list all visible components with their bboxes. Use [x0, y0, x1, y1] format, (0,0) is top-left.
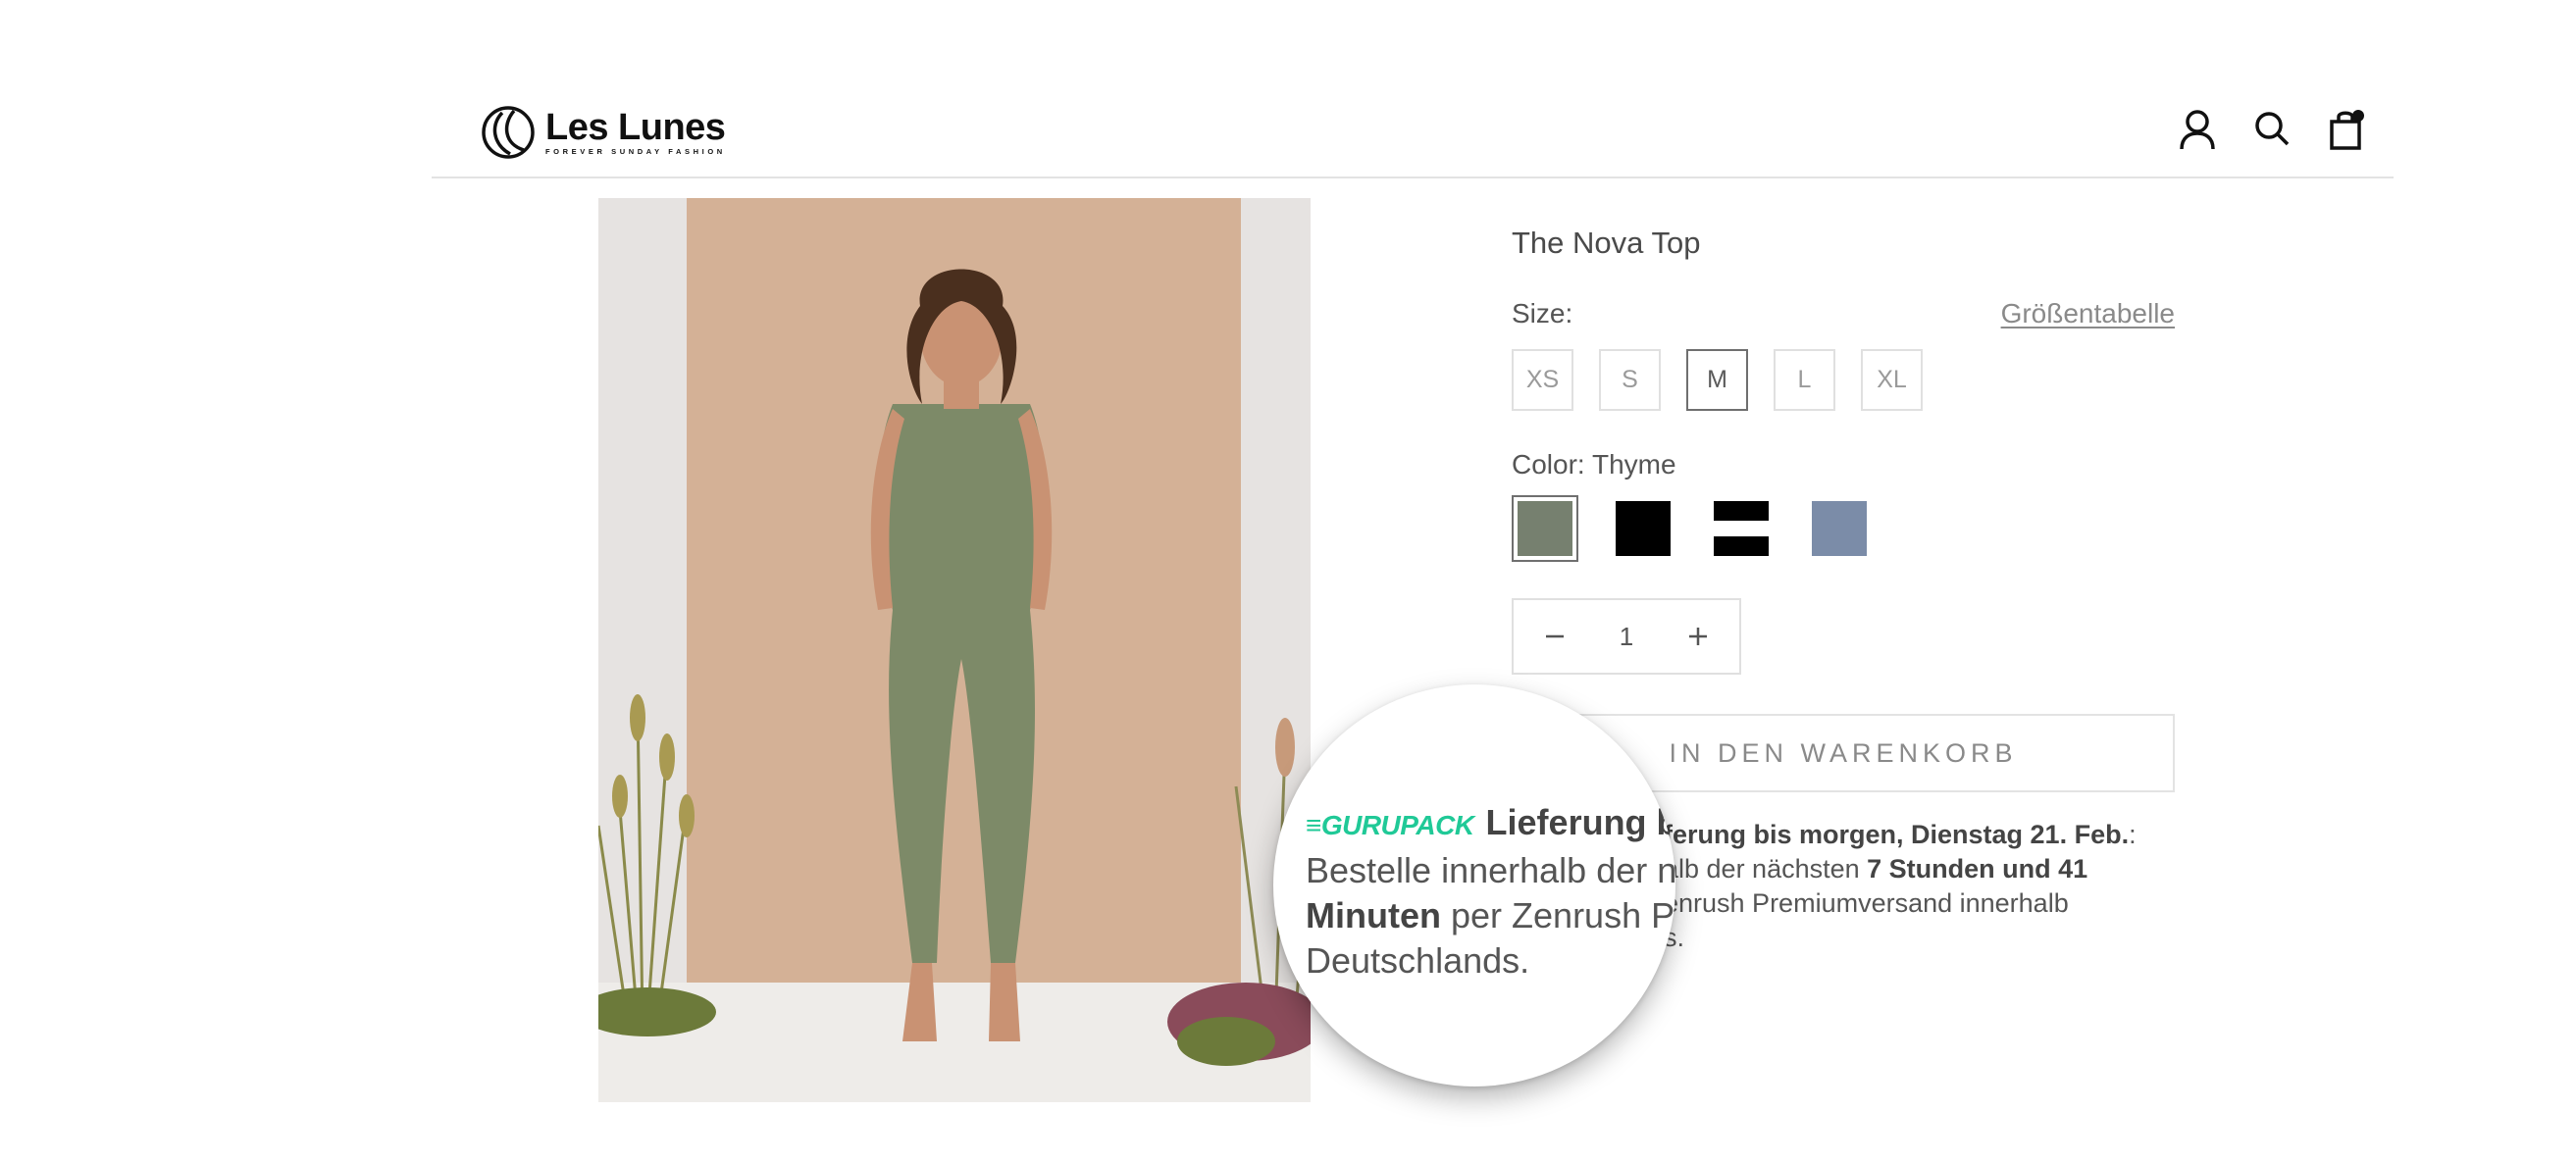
magnifier-title: Lieferung bis [1485, 802, 1675, 842]
product-page: Les Lunes FOREVER SUNDAY FASHION The Nov… [0, 0, 2576, 1162]
magnifier-line-3: per Zenrush Pre [1451, 895, 1675, 935]
search-icon[interactable] [2254, 108, 2290, 151]
size-option-xs[interactable]: XS [1512, 349, 1573, 411]
cart-icon[interactable] [2329, 108, 2364, 151]
magnifier-line-2: Bestelle innerhalb der n [1306, 850, 1675, 890]
delivery-date: ferung bis morgen, Dienstag 21. Feb. [1664, 820, 2130, 849]
swatch-black-fill [1616, 501, 1671, 556]
color-line: Color: Thyme [1512, 449, 1676, 480]
delivery-date-suffix: : [2129, 820, 2137, 849]
swatch-blue-fill [1812, 501, 1867, 556]
logo-name: Les Lunes [545, 107, 726, 148]
logo[interactable]: Les Lunes FOREVER SUNDAY FASHION [481, 104, 726, 161]
logo-tagline: FOREVER SUNDAY FASHION [545, 147, 726, 156]
cart-badge-dot [2352, 110, 2364, 122]
plus-icon[interactable] [1678, 617, 1718, 656]
size-option-xl[interactable]: XL [1861, 349, 1923, 411]
magnifier-content: ≡GURUPACK Lieferung bis Bestelle innerhal… [1306, 800, 1675, 984]
delivery-order-prefix: alb der nächsten [1664, 854, 1860, 884]
swatch-blue[interactable] [1806, 495, 1873, 562]
account-icon[interactable] [2180, 108, 2215, 151]
swatch-thyme[interactable] [1512, 495, 1578, 562]
swatch-stripe-fill [1714, 501, 1769, 556]
size-option-l[interactable]: L [1774, 349, 1835, 411]
color-swatches [1512, 495, 1873, 562]
gurupack-logo: ≡GURUPACK [1306, 810, 1474, 840]
magnifier-line-4: Deutschlands. [1306, 940, 1530, 981]
size-chart-link[interactable]: Größentabelle [2001, 298, 2175, 329]
size-label: Size: [1512, 298, 1573, 328]
swatch-thyme-fill [1518, 501, 1572, 556]
swatch-stripe[interactable] [1708, 495, 1775, 562]
size-options: XS S M L XL [1512, 349, 1923, 411]
product-image[interactable] [598, 198, 1311, 1102]
size-option-s[interactable]: S [1599, 349, 1661, 411]
swatch-black[interactable] [1610, 495, 1676, 562]
size-option-m[interactable]: M [1686, 349, 1748, 411]
product-photo [598, 198, 1311, 1102]
delivery-countdown: 7 Stunden und 41 [1867, 854, 2088, 884]
site-header: Les Lunes FOREVER SUNDAY FASHION [432, 0, 2394, 178]
quantity-value[interactable]: 1 [1620, 622, 1633, 652]
delivery-shipping: enrush Premiumversand innerhalb [1664, 888, 2069, 918]
magnifier-lens: ≡GURUPACK Lieferung bis Bestelle innerhal… [1273, 684, 1675, 1086]
header-icons [2180, 108, 2364, 151]
product-title: The Nova Top [1512, 226, 1701, 260]
logo-moon-icon [482, 106, 535, 159]
quantity-stepper: 1 [1512, 598, 1741, 675]
color-label: Color: [1512, 449, 1585, 480]
magnifier-minutes: Minuten [1306, 895, 1441, 935]
minus-icon[interactable] [1535, 617, 1574, 656]
color-value: Thyme [1591, 449, 1676, 480]
